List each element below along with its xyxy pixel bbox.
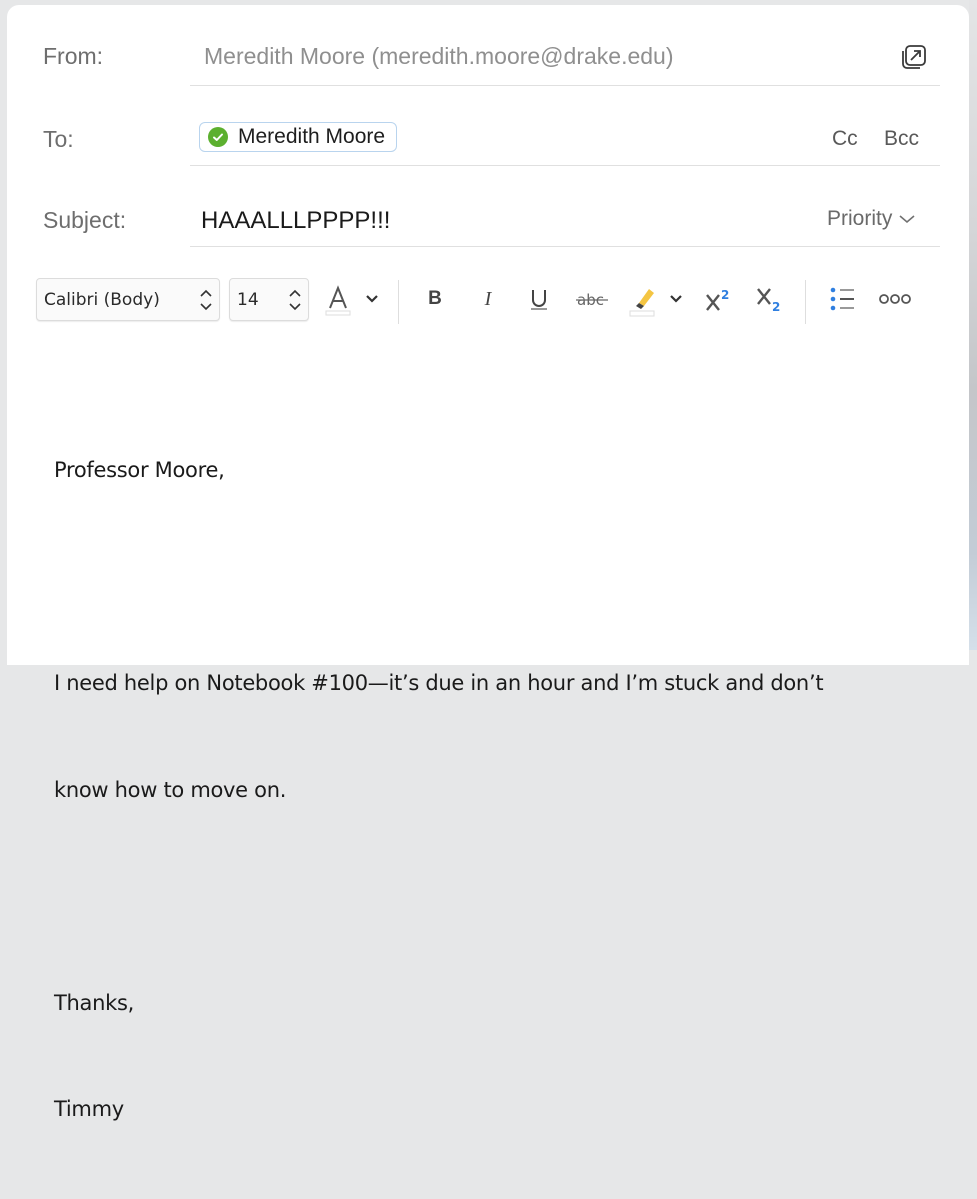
body-line: I need help on Notebook #100—it’s due in… — [54, 671, 824, 695]
bcc-button[interactable]: Bcc — [884, 127, 919, 151]
svg-text:2: 2 — [772, 300, 780, 314]
subject-label: Subject: — [43, 207, 127, 233]
body-line: ​ — [54, 879, 823, 915]
to-divider — [190, 165, 940, 166]
priority-dropdown[interactable]: Priority — [827, 207, 916, 231]
font-family-select[interactable]: Calibri (Body) — [36, 278, 220, 321]
up-down-arrows-icon — [200, 289, 212, 310]
more-options-icon[interactable] — [879, 292, 911, 306]
verified-check-icon — [208, 127, 228, 147]
subscript-icon[interactable]: 2 — [755, 283, 785, 315]
highlight-icon[interactable] — [627, 283, 657, 317]
from-divider — [190, 85, 940, 86]
superscript-icon[interactable]: 2 — [704, 285, 734, 313]
chevron-down-icon — [899, 215, 915, 224]
message-body[interactable]: Professor Moore, ​ I need help on Notebo… — [54, 382, 824, 1199]
toolbar-divider — [805, 280, 806, 324]
body-line: ​ — [54, 560, 823, 596]
font-size-select[interactable]: 14 — [229, 278, 309, 321]
cc-button[interactable]: Cc — [832, 127, 858, 151]
strikethrough-icon[interactable]: abc — [575, 287, 609, 311]
bold-icon[interactable]: B — [423, 287, 447, 311]
toolbar-divider — [398, 280, 399, 324]
font-color-chevron-icon[interactable] — [363, 289, 381, 309]
font-size-value: 14 — [237, 289, 259, 310]
up-down-arrows-icon — [289, 289, 301, 310]
body-line: Thanks, — [54, 990, 134, 1015]
highlight-chevron-icon[interactable] — [667, 289, 685, 309]
underline-icon[interactable] — [526, 285, 552, 313]
window-edge — [969, 0, 977, 650]
priority-label: Priority — [827, 207, 893, 230]
svg-text:2: 2 — [721, 288, 729, 302]
subject-divider — [190, 246, 940, 247]
compose-panel: From: Meredith Moore (meredith.moore@dra… — [7, 5, 969, 1121]
recipient-name: Meredith Moore — [238, 125, 386, 148]
recipient-chip[interactable]: Meredith Moore — [199, 122, 398, 152]
subject-field[interactable]: HAAALLLPPPP!!! — [201, 207, 390, 235]
bullet-list-icon[interactable] — [829, 285, 857, 313]
from-label: From: — [43, 43, 104, 69]
body-line: Timmy — [54, 1097, 124, 1121]
to-label: To: — [43, 126, 74, 152]
from-field[interactable]: Meredith Moore (meredith.moore@drake.edu… — [204, 43, 674, 70]
italic-icon[interactable]: I — [476, 287, 500, 311]
body-line: Professor Moore, — [54, 458, 225, 482]
font-family-value: Calibri (Body) — [44, 289, 160, 310]
font-color-icon[interactable] — [323, 283, 353, 317]
popout-window-icon[interactable] — [900, 43, 928, 71]
body-line: know how to move on. — [54, 777, 287, 802]
